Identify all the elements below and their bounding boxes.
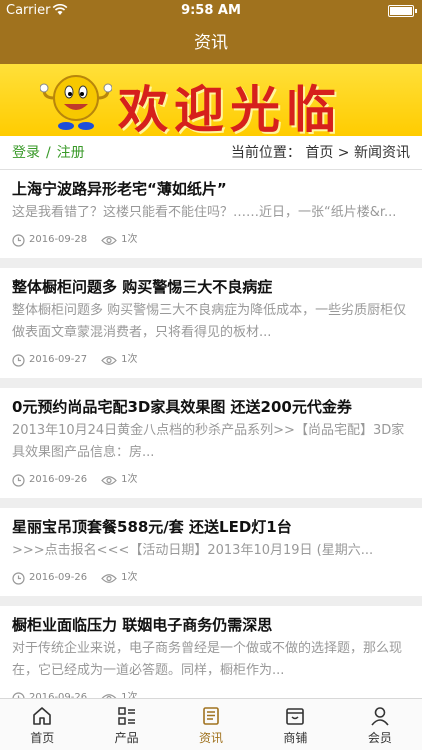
home-icon xyxy=(33,707,52,725)
article-summary: 整体橱柜问题多 购买警惕三大不良病症为降低成本，一些劣质厨柜仅做表面文章蒙混消费… xyxy=(12,303,407,340)
eye-icon xyxy=(101,573,117,583)
person-icon xyxy=(371,707,389,726)
article-item[interactable]: 上海宁波路异形老宅“薄如纸片” 这是我看错了？这楼只能看不能住吗？……近日，一张… xyxy=(0,170,422,258)
article-title[interactable]: 星丽宝吊顶套餐588元/套 还送LED灯1台 xyxy=(12,516,410,538)
article-views: 1次 xyxy=(121,572,138,583)
tab-label: 会员 xyxy=(367,731,392,745)
article-title[interactable]: 整体橱柜问题多 购买警惕三大不良病症 xyxy=(12,276,410,298)
article-title[interactable]: 上海宁波路异形老宅“薄如纸片” xyxy=(12,178,410,200)
welcome-banner: 欢迎光临 xyxy=(0,64,422,136)
article-date: 2016-09-28 xyxy=(29,234,88,245)
article-summary: 对于传统企业来说，电子商务曾经是一个做或不做的选择题，那么现在，它已经成为一道必… xyxy=(12,641,403,678)
article-item[interactable]: 整体橱柜问题多 购买警惕三大不良病症 整体橱柜问题多 购买警惕三大不良病症为降低… xyxy=(0,268,422,378)
page-title: 资讯 xyxy=(194,33,228,53)
article-views: 1次 xyxy=(121,234,138,245)
banner-title: 欢迎光临 xyxy=(118,80,342,136)
auth-separator: / xyxy=(46,145,51,161)
article-item[interactable]: 0元预约尚品宅配3D家具效果图 还送200元代金券 2013年10月24日黄金八… xyxy=(0,388,422,498)
article-summary: 这是我看错了？这楼只能看不能住吗？……近日，一张“纸片楼&r... xyxy=(12,205,397,220)
store-icon xyxy=(286,708,305,725)
article-date: 2016-09-26 xyxy=(29,572,88,583)
nav-bar: 资讯 xyxy=(0,22,422,64)
article-meta: 2016-09-26 1次 xyxy=(12,472,410,488)
article-summary: 2013年10月24日黄金八点档的秒杀产品系列>>【尚品宅配】3D家具效果图产品… xyxy=(12,423,405,460)
login-link[interactable]: 登录 xyxy=(12,145,40,161)
tab-home[interactable]: 首页 xyxy=(0,699,84,750)
battery-icon xyxy=(388,5,417,17)
article-title[interactable]: 橱柜业面临压力 联姻电子商务仍需深思 xyxy=(12,614,410,636)
clock-icon xyxy=(12,233,25,247)
article-summary: >>>点击报名<<<【活动日期】2013年10月19日 (星期六... xyxy=(12,543,374,558)
document-icon xyxy=(203,707,219,725)
auth-links: 登录 / 注册 xyxy=(12,136,85,170)
eye-icon xyxy=(101,355,117,365)
status-bar: Carrier 9:58 AM xyxy=(0,0,422,22)
article-title[interactable]: 0元预约尚品宅配3D家具效果图 还送200元代金券 xyxy=(12,396,410,418)
eye-icon xyxy=(101,235,117,245)
breadcrumb: 当前位置： 首页 > 新闻资讯 xyxy=(230,145,410,161)
tab-news[interactable]: 资讯 xyxy=(169,699,253,750)
mascot-icon xyxy=(40,75,112,130)
clock-icon xyxy=(12,571,25,585)
bottom-tab-bar: 首页 产品 资讯 商铺 会员 xyxy=(0,698,422,750)
article-list: 上海宁波路异形老宅“薄如纸片” 这是我看错了？这楼只能看不能住吗？……近日，一张… xyxy=(0,170,422,726)
register-link[interactable]: 注册 xyxy=(57,145,85,161)
article-views: 1次 xyxy=(121,354,138,365)
article-meta: 2016-09-26 1次 xyxy=(12,570,410,586)
clock-icon xyxy=(12,353,25,367)
article-meta: 2016-09-28 1次 xyxy=(12,232,410,248)
tab-label: 资讯 xyxy=(199,731,224,745)
tab-label: 首页 xyxy=(30,731,55,745)
tab-member[interactable]: 会员 xyxy=(338,699,422,750)
breadcrumb-bar: 登录 / 注册 当前位置： 首页 > 新闻资讯 xyxy=(0,136,422,170)
eye-icon xyxy=(101,475,117,485)
article-date: 2016-09-26 xyxy=(29,474,88,485)
article-views: 1次 xyxy=(121,474,138,485)
clock-time: 9:58 AM xyxy=(181,3,241,18)
battery-level xyxy=(390,7,413,15)
clock-icon xyxy=(12,473,25,487)
article-item[interactable]: 星丽宝吊顶套餐588元/套 还送LED灯1台 >>>点击报名<<<【活动日期】2… xyxy=(0,508,422,596)
tab-label: 商铺 xyxy=(283,731,308,745)
tab-stores[interactable]: 商铺 xyxy=(253,699,337,750)
tab-products[interactable]: 产品 xyxy=(84,699,168,750)
tab-label: 产品 xyxy=(114,731,139,745)
article-meta: 2016-09-27 1次 xyxy=(12,352,410,368)
article-date: 2016-09-27 xyxy=(29,354,88,365)
grid-list-icon xyxy=(117,707,135,725)
